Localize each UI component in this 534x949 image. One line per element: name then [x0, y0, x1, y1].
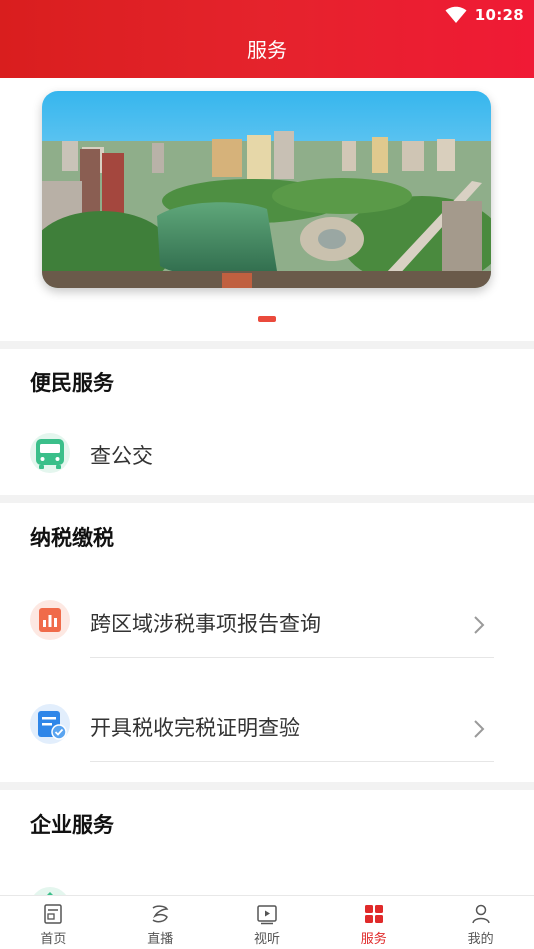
tab-label: 我的 — [467, 932, 494, 947]
wifi-icon — [445, 6, 467, 23]
service-item-tax-certificate[interactable]: 开具税收完税证明查验 — [0, 694, 534, 762]
carousel-indicator-active[interactable] — [258, 316, 276, 322]
tab-label: 视听 — [253, 932, 280, 947]
row-divider — [90, 761, 494, 762]
live-icon — [152, 905, 169, 923]
service-item-bus[interactable]: 查公交 — [0, 423, 534, 483]
section-divider — [0, 495, 534, 503]
service-item-label: 跨区域涉税事项报告查询 — [90, 612, 321, 636]
tab-label: 直播 — [147, 932, 174, 947]
chevron-right-icon — [474, 616, 485, 634]
tab-service[interactable]: 服务 — [320, 896, 427, 949]
status-bar: 10:28 — [445, 5, 524, 25]
enterprise-item-icon-partial — [30, 887, 70, 895]
banner-image — [42, 91, 491, 288]
service-item-cross-region-report[interactable]: 跨区域涉税事项报告查询 — [0, 590, 534, 658]
bottom-tab-bar: 首页 直播 视听 服务 我的 — [0, 895, 534, 949]
document-check-icon — [30, 704, 70, 744]
profile-icon — [471, 904, 490, 924]
section-title-convenience: 便民服务 — [30, 371, 114, 395]
app-header: 10:28 服务 — [0, 0, 534, 78]
tab-live[interactable]: 直播 — [107, 896, 214, 949]
section-title-enterprise: 企业服务 — [30, 813, 114, 837]
video-icon — [257, 905, 277, 925]
page-title: 服务 — [247, 38, 287, 62]
report-chart-icon — [30, 600, 70, 640]
row-divider — [90, 657, 494, 658]
tab-video[interactable]: 视听 — [214, 896, 321, 949]
tab-profile[interactable]: 我的 — [427, 896, 534, 949]
tab-label: 服务 — [360, 932, 387, 947]
tab-home[interactable]: 首页 — [0, 896, 107, 949]
section-title-tax: 纳税缴税 — [30, 526, 114, 550]
chevron-right-icon — [474, 720, 485, 738]
service-item-label: 开具税收完税证明查验 — [90, 716, 300, 740]
service-grid-icon — [364, 905, 383, 923]
enterprise-icon — [34, 887, 66, 895]
banner-carousel[interactable] — [42, 91, 491, 288]
tab-label: 首页 — [40, 932, 67, 947]
home-icon — [44, 904, 63, 924]
bus-icon — [30, 433, 70, 473]
service-item-label: 查公交 — [90, 444, 153, 468]
section-divider — [0, 782, 534, 790]
section-divider — [0, 341, 534, 349]
status-time: 10:28 — [474, 6, 524, 24]
